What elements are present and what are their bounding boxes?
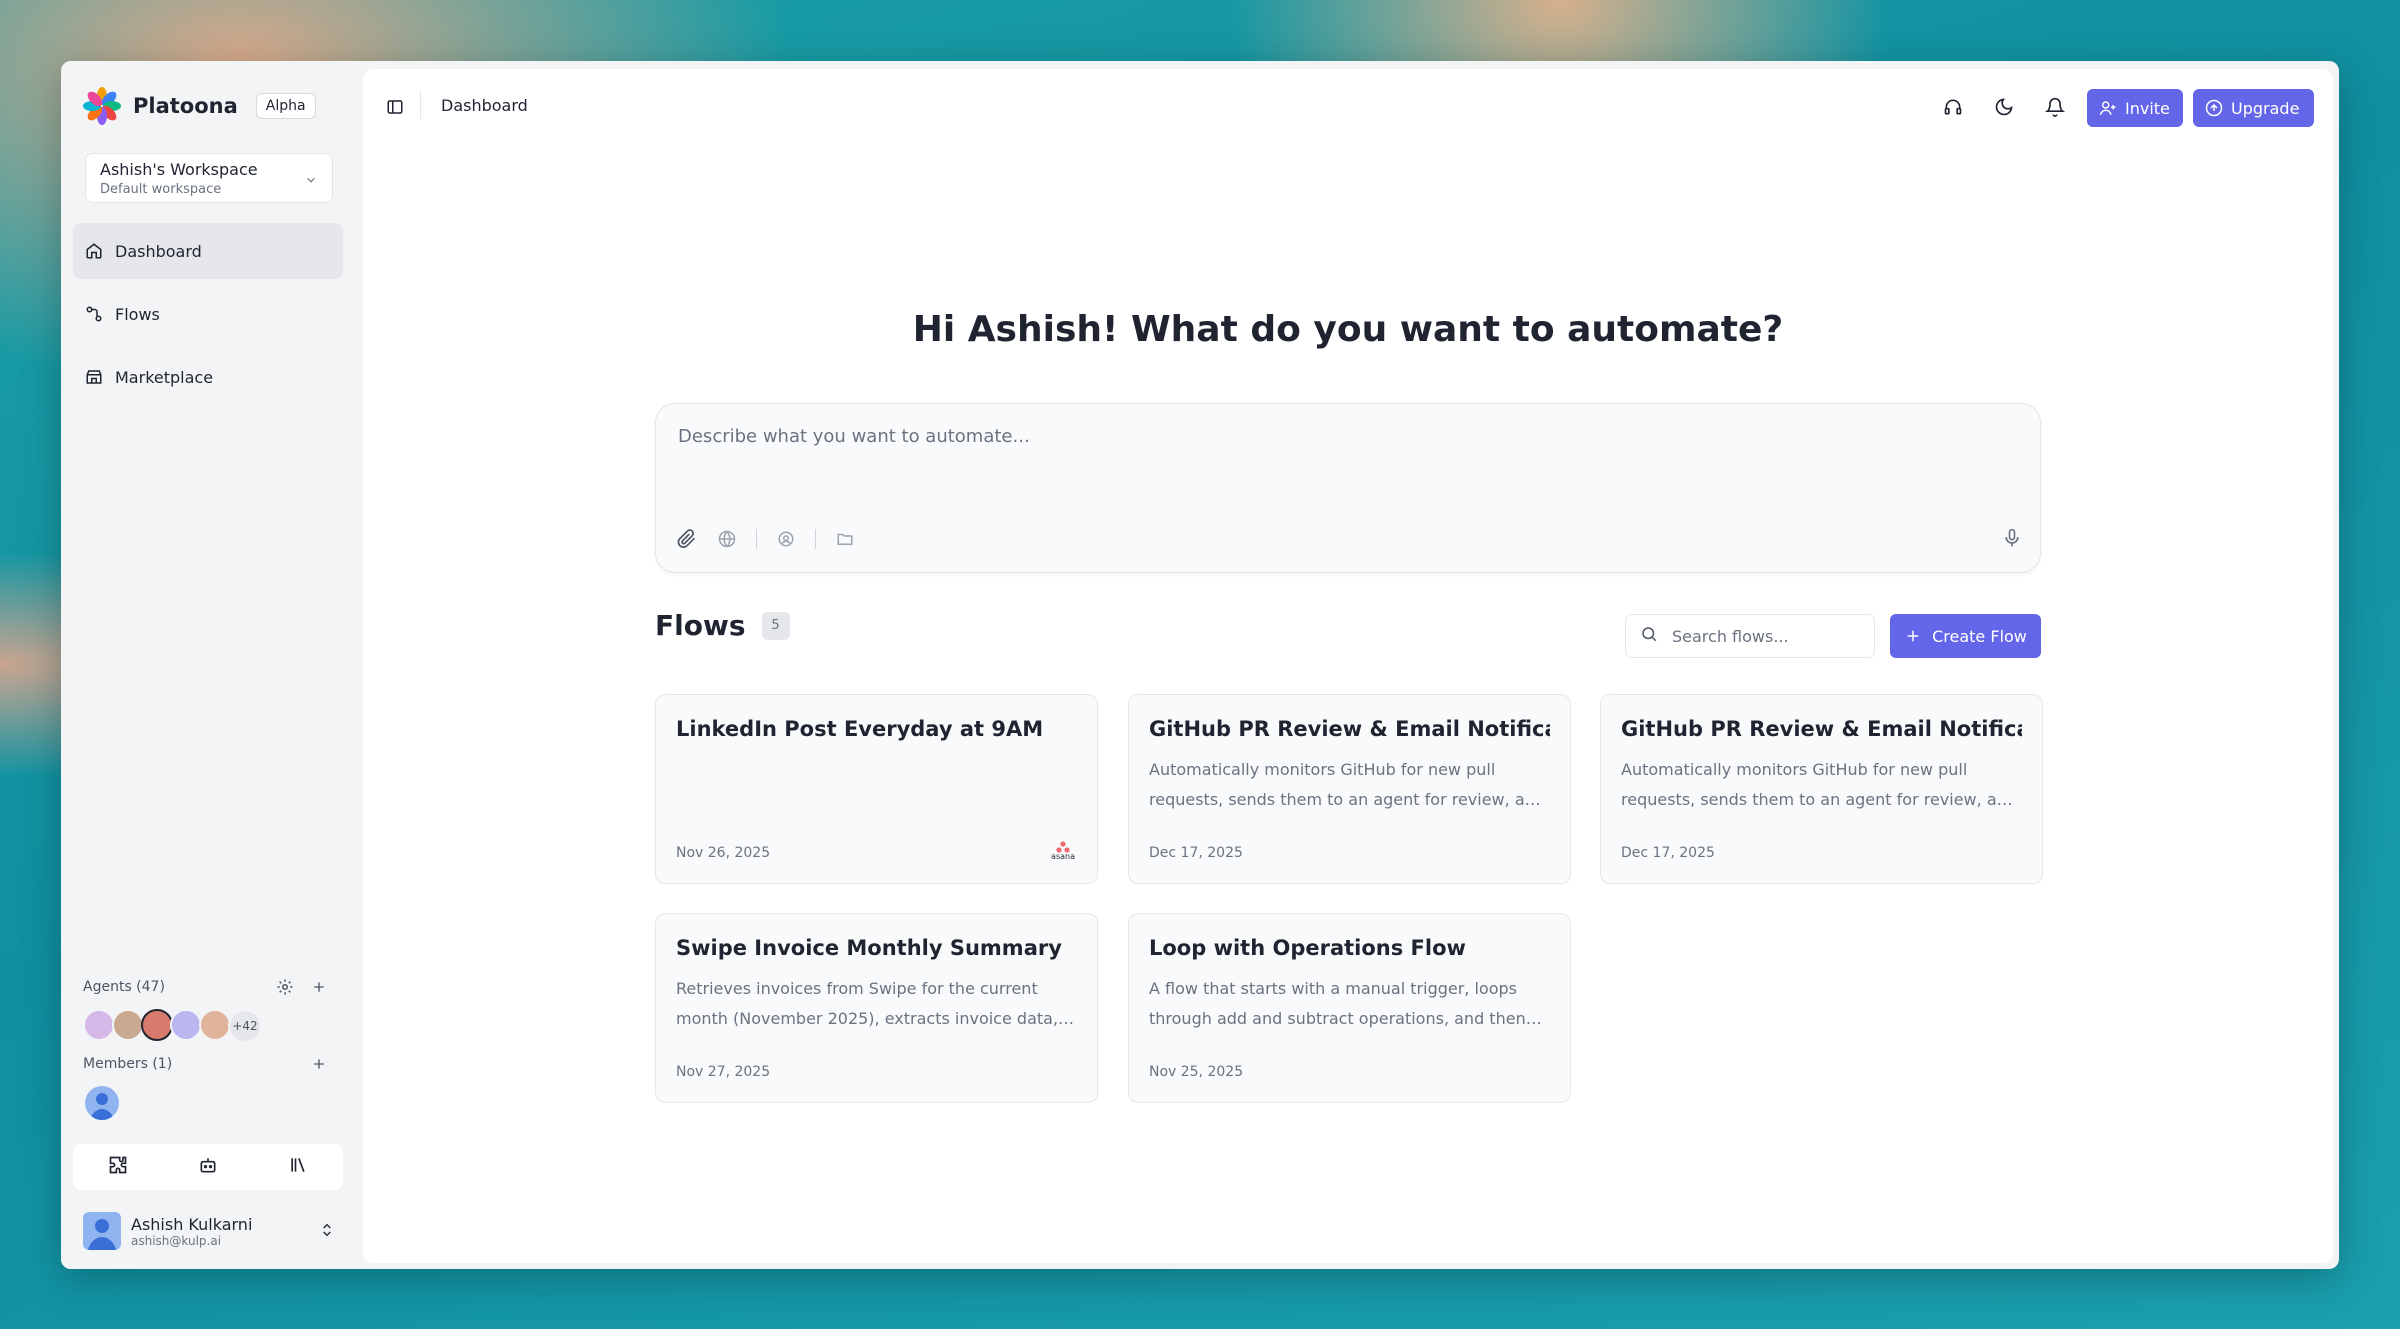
agents-more-count: +42 xyxy=(228,1009,262,1043)
user-email: ashish@kulp.ai xyxy=(131,1233,222,1248)
app-window: Platoona Alpha Ashish's Workspace Defaul… xyxy=(61,61,2339,1269)
bot-icon[interactable] xyxy=(198,1155,218,1179)
sidebar-item-label: Marketplace xyxy=(115,367,214,387)
asana-icon: asana xyxy=(1051,841,1075,861)
brand[interactable]: Platoona Alpha xyxy=(83,87,316,125)
user-plus-icon xyxy=(2099,99,2117,117)
flow-card[interactable]: GitHub PR Review & Email Notification Au… xyxy=(1600,694,2043,884)
puzzle-icon[interactable] xyxy=(108,1155,128,1179)
flow-card[interactable]: GitHub PR Review & Email Notification Au… xyxy=(1128,694,1571,884)
flow-card-date: Dec 17, 2025 xyxy=(1149,845,1243,861)
user-menu[interactable]: Ashish Kulkarni ashish@kulp.ai xyxy=(83,1209,343,1253)
platoona-logo-icon xyxy=(83,87,121,125)
prompt-tools xyxy=(676,528,874,550)
agents-title: Agents (47) xyxy=(83,979,165,995)
sidebar-item-label: Flows xyxy=(115,304,160,324)
sidebar-item-flows[interactable]: Flows xyxy=(73,286,343,342)
workspace-switcher[interactable]: Ashish's Workspace Default workspace xyxy=(85,153,333,203)
invite-label: Invite xyxy=(2125,98,2170,118)
workspace-name: Ashish's Workspace xyxy=(100,160,258,179)
topbar: Dashboard Invite Upgrade xyxy=(363,69,2333,127)
breadcrumb: Dashboard xyxy=(441,96,528,115)
invite-button[interactable]: Invite xyxy=(2087,89,2183,127)
flow-card-date: Nov 26, 2025 xyxy=(676,845,771,861)
divider xyxy=(756,529,757,549)
flows-count-badge: 5 xyxy=(761,611,790,640)
flow-card[interactable]: LinkedIn Post Everyday at 9AM Nov 26, 20… xyxy=(655,694,1098,884)
flow-card-description xyxy=(676,755,1077,815)
bell-icon[interactable] xyxy=(2045,97,2065,117)
search-flows xyxy=(1625,614,1875,658)
upgrade-button[interactable]: Upgrade xyxy=(2193,89,2314,127)
globe-icon[interactable] xyxy=(716,528,738,550)
home-icon xyxy=(85,242,103,260)
sidebar-nav: Dashboard Flows Marketplace xyxy=(73,223,343,412)
flow-card-date: Nov 27, 2025 xyxy=(676,1064,771,1080)
store-icon xyxy=(85,368,103,386)
prompt-box xyxy=(655,403,2041,573)
flows-title: Flows xyxy=(655,609,746,642)
prompt-input[interactable] xyxy=(678,426,1978,447)
microphone-icon[interactable] xyxy=(2002,528,2022,552)
divider xyxy=(815,529,816,549)
agents-avatars[interactable]: +42 xyxy=(83,1009,262,1043)
flow-card-date: Dec 17, 2025 xyxy=(1621,845,1715,861)
chevron-down-icon xyxy=(304,172,318,191)
search-flows-input[interactable] xyxy=(1672,626,1852,646)
create-flow-button[interactable]: Create Flow xyxy=(1890,614,2041,658)
flows-icon xyxy=(85,305,103,323)
headset-icon[interactable] xyxy=(1943,97,1963,117)
workspace-subtitle: Default workspace xyxy=(100,182,222,197)
flow-card-description: A flow that starts with a manual trigger… xyxy=(1149,979,1526,1028)
avatar xyxy=(170,1009,202,1041)
sidebar-item-dashboard[interactable]: Dashboard xyxy=(73,223,343,279)
flow-card[interactable]: Loop with Operations Flow A flow that st… xyxy=(1128,913,1571,1103)
avatar[interactable] xyxy=(85,1086,119,1120)
flow-card-title: Swipe Invoice Monthly Summary xyxy=(676,936,1062,960)
alpha-badge: Alpha xyxy=(255,93,316,119)
avatar xyxy=(112,1009,144,1041)
chevrons-up-down-icon xyxy=(319,1221,335,1243)
plus-icon xyxy=(1904,627,1922,645)
flow-card-title: Loop with Operations Flow xyxy=(1149,936,1466,960)
sidebar-toggle-icon[interactable] xyxy=(385,97,405,117)
brand-name: Platoona xyxy=(133,94,238,118)
flow-card[interactable]: Swipe Invoice Monthly Summary Retrieves … xyxy=(655,913,1098,1103)
sidebar-tools xyxy=(73,1144,343,1190)
search-icon xyxy=(1640,625,1658,647)
divider xyxy=(420,91,421,119)
flow-card-title: GitHub PR Review & Email Notification xyxy=(1621,717,2022,741)
avatar xyxy=(83,1009,115,1041)
members-title: Members (1) xyxy=(83,1056,173,1072)
sidebar-item-label: Dashboard xyxy=(115,241,202,261)
agent-icon[interactable] xyxy=(775,528,797,550)
add-member-icon[interactable] xyxy=(309,1054,329,1074)
add-agent-icon[interactable] xyxy=(309,977,329,997)
flow-card-title: GitHub PR Review & Email Notification xyxy=(1149,717,1550,741)
gear-icon[interactable] xyxy=(275,977,295,997)
avatar xyxy=(83,1212,121,1250)
flow-card-date: Nov 25, 2025 xyxy=(1149,1064,1244,1080)
main-content: Dashboard Invite Upgrade Hi Ashish! What… xyxy=(363,69,2333,1263)
arrow-up-circle-icon xyxy=(2205,99,2223,117)
create-flow-label: Create Flow xyxy=(1932,626,2027,646)
flow-card-description: Retrieves invoices from Swipe for the cu… xyxy=(676,979,1059,1028)
flows-header: Flows 5 xyxy=(655,609,790,642)
avatar xyxy=(199,1009,231,1041)
avatar xyxy=(141,1009,173,1041)
paperclip-icon[interactable] xyxy=(676,528,698,550)
folder-icon[interactable] xyxy=(834,528,856,550)
asana-logo-text: asana xyxy=(1051,852,1075,861)
flow-card-description: Automatically monitors GitHub for new pu… xyxy=(1621,760,2017,809)
flow-card-title: LinkedIn Post Everyday at 9AM xyxy=(676,717,1044,741)
upgrade-label: Upgrade xyxy=(2231,98,2300,118)
library-icon[interactable] xyxy=(288,1155,308,1179)
sidebar-item-marketplace[interactable]: Marketplace xyxy=(73,349,343,405)
page-title: Hi Ashish! What do you want to automate? xyxy=(912,309,1784,350)
user-name: Ashish Kulkarni xyxy=(131,1214,253,1234)
flow-card-description: Automatically monitors GitHub for new pu… xyxy=(1149,760,1545,809)
moon-icon[interactable] xyxy=(1994,97,2014,117)
sidebar: Platoona Alpha Ashish's Workspace Defaul… xyxy=(61,61,363,1269)
